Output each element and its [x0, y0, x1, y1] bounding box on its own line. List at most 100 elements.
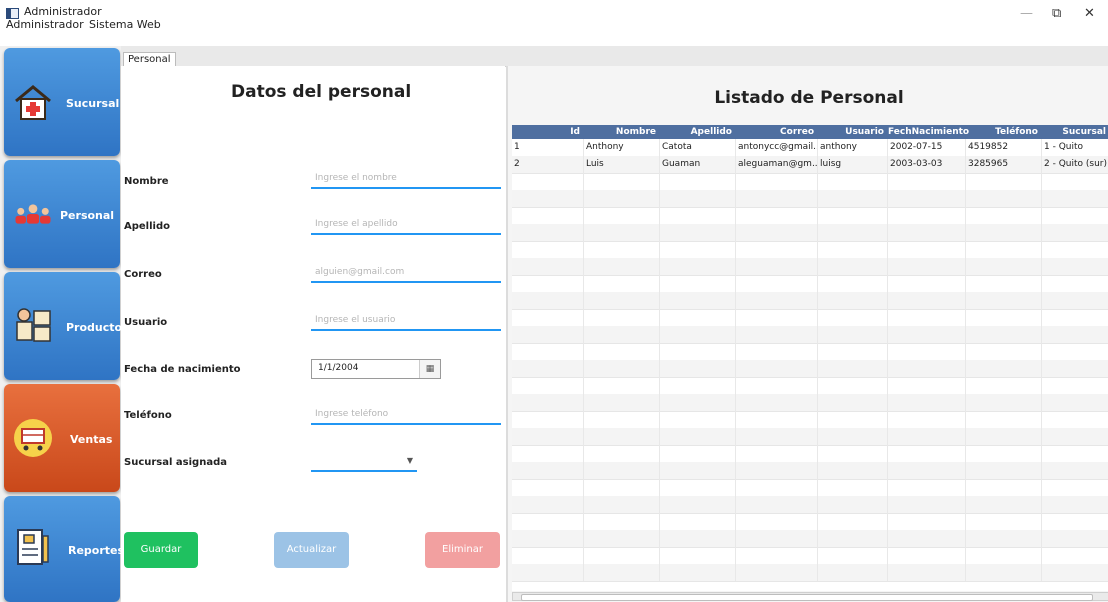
menu-administrador[interactable]: Administrador: [6, 18, 84, 31]
column-header-2[interactable]: Apellido: [660, 125, 736, 139]
minimize-icon[interactable]: —: [1020, 6, 1033, 21]
sidebar-item-sucursal[interactable]: Sucursal: [4, 48, 120, 156]
table-cell: [888, 190, 966, 207]
eliminar-button[interactable]: Eliminar: [425, 532, 500, 568]
apellido-label: Apellido: [124, 221, 170, 232]
table-cell: [512, 530, 584, 547]
table-cell: [818, 343, 888, 360]
telefono-input[interactable]: [311, 405, 501, 425]
table-row[interactable]: [512, 564, 1108, 582]
table-cell: [512, 224, 584, 241]
table-row[interactable]: [512, 258, 1108, 276]
table-cell: [584, 258, 660, 275]
table-cell: [888, 377, 966, 394]
table-cell: [512, 513, 584, 530]
close-icon[interactable]: ✕: [1084, 6, 1095, 21]
table-row[interactable]: [512, 547, 1108, 565]
table-cell: [818, 462, 888, 479]
fecha-nacimiento-picker[interactable]: 1/1/2004 ▦: [311, 359, 441, 379]
scrollbar-thumb[interactable]: [521, 594, 1093, 601]
guardar-button[interactable]: Guardar: [124, 532, 198, 568]
correo-input[interactable]: [311, 263, 501, 283]
column-header-5[interactable]: FechNacimiento: [888, 125, 969, 139]
actualizar-button[interactable]: Actualizar: [274, 532, 349, 568]
apellido-input[interactable]: [311, 215, 501, 235]
table-row[interactable]: [512, 428, 1108, 446]
column-header-7[interactable]: Sucursal: [1042, 125, 1108, 139]
table-cell: [966, 411, 1042, 428]
table-row[interactable]: [512, 309, 1108, 327]
table-cell: [1042, 275, 1108, 292]
table-cell: [818, 292, 888, 309]
table-cell: [584, 428, 660, 445]
table-row[interactable]: [512, 241, 1108, 259]
table-row[interactable]: 1 Anthony Catota antonycc@gmail... anthony 20…: [512, 139, 1108, 157]
table-row[interactable]: [512, 377, 1108, 395]
restore-icon[interactable]: ⧉: [1052, 6, 1061, 21]
column-header-3[interactable]: Correo: [736, 125, 818, 139]
table-row[interactable]: [512, 530, 1108, 548]
table-cell: [818, 547, 888, 564]
table-row[interactable]: [512, 462, 1108, 480]
table-cell: [888, 309, 966, 326]
nombre-input[interactable]: [311, 169, 501, 189]
people-icon: [15, 204, 51, 224]
table-cell: [512, 462, 584, 479]
tab-personal[interactable]: Personal: [123, 52, 176, 67]
table-cell: [1042, 224, 1108, 241]
table-row[interactable]: [512, 513, 1108, 531]
table-cell: [736, 360, 818, 377]
sucursal-select[interactable]: ▼: [311, 454, 417, 472]
sidebar-item-reportes[interactable]: Reportes: [4, 496, 124, 602]
table-cell: [660, 462, 736, 479]
table-row[interactable]: [512, 479, 1108, 497]
table-row[interactable]: [512, 207, 1108, 225]
table-cell: [888, 496, 966, 513]
table-row[interactable]: [512, 326, 1108, 344]
usuario-input[interactable]: [311, 311, 501, 331]
table-cell: [818, 377, 888, 394]
table-cell: [1042, 411, 1108, 428]
table-cell: [818, 360, 888, 377]
sidebar-item-ventas[interactable]: Ventas: [4, 384, 120, 492]
table-row[interactable]: [512, 411, 1108, 429]
table-row[interactable]: [512, 445, 1108, 463]
table-cell: [584, 394, 660, 411]
horizontal-scrollbar[interactable]: [512, 592, 1108, 601]
table-row[interactable]: [512, 496, 1108, 514]
table-row[interactable]: [512, 275, 1108, 293]
table-cell: [584, 479, 660, 496]
table-row[interactable]: [512, 224, 1108, 242]
table-row[interactable]: [512, 394, 1108, 412]
column-header-6[interactable]: Teléfono: [966, 125, 1042, 139]
table-cell: [1042, 309, 1108, 326]
table-cell: [966, 377, 1042, 394]
column-header-4[interactable]: Usuario: [818, 125, 888, 139]
table-row[interactable]: [512, 343, 1108, 361]
table-cell: [736, 428, 818, 445]
table-row[interactable]: [512, 173, 1108, 191]
hospital-icon: [15, 85, 51, 120]
table-cell: [966, 479, 1042, 496]
personal-table: Id Nombre Apellido Correo Usuario FechNacimie…: [512, 125, 1108, 591]
table-cell: [966, 394, 1042, 411]
table-cell: [818, 496, 888, 513]
sidebar-item-productos[interactable]: Productos: [4, 272, 129, 380]
table-cell: [584, 513, 660, 530]
table-cell: [1042, 479, 1108, 496]
table-row[interactable]: [512, 360, 1108, 378]
table-cell: [660, 275, 736, 292]
table-cell: [512, 496, 584, 513]
menu-sistema-web[interactable]: Sistema Web: [89, 18, 161, 31]
table-cell: [736, 275, 818, 292]
calendar-icon[interactable]: ▦: [419, 360, 440, 378]
sidebar-item-personal[interactable]: Personal: [4, 160, 120, 268]
table-cell: [736, 496, 818, 513]
column-header-0[interactable]: Id: [512, 125, 584, 139]
table-cell: Anthony: [584, 139, 660, 156]
table-row[interactable]: [512, 292, 1108, 310]
table-cell: [660, 241, 736, 258]
column-header-1[interactable]: Nombre: [584, 125, 660, 139]
table-row[interactable]: [512, 190, 1108, 208]
table-row[interactable]: 2 Luis Guaman aleguaman@gm... luisg 2003-03-0…: [512, 156, 1108, 174]
